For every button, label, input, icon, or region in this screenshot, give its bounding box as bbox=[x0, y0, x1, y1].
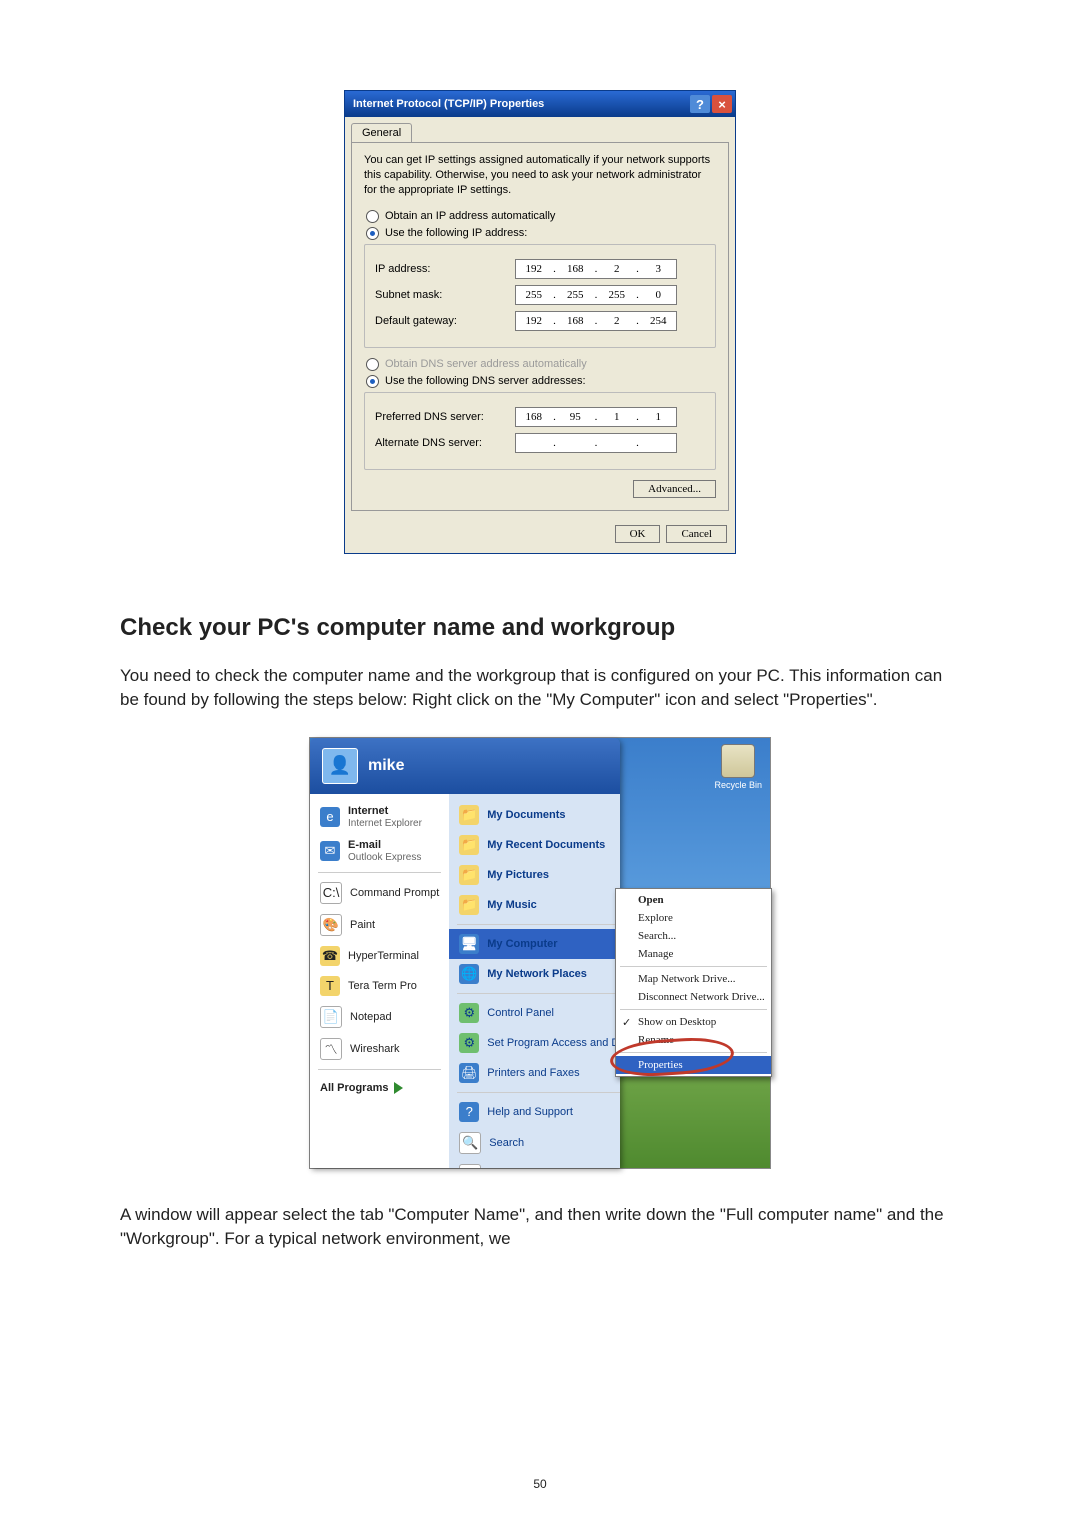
ctx-disconnect-drive[interactable]: Disconnect Network Drive... bbox=[616, 988, 771, 1006]
folder-icon: 📁 bbox=[459, 895, 479, 915]
folder-icon: 📁 bbox=[459, 865, 479, 885]
start-item-notepad[interactable]: 📄Notepad bbox=[310, 1001, 449, 1033]
intro-text: You can get IP settings assigned automat… bbox=[364, 153, 716, 198]
wireshark-icon: 〽 bbox=[320, 1038, 342, 1060]
paint-icon: 🎨 bbox=[320, 914, 342, 936]
user-avatar-icon: 👤 bbox=[322, 748, 358, 784]
title-bar: Internet Protocol (TCP/IP) Properties ? … bbox=[345, 91, 735, 117]
start-item-paint[interactable]: 🎨Paint bbox=[310, 909, 449, 941]
alternate-dns-label: Alternate DNS server: bbox=[375, 437, 515, 449]
search-icon: 🔍 bbox=[459, 1132, 481, 1154]
ctx-map-drive[interactable]: Map Network Drive... bbox=[616, 970, 771, 988]
body-paragraph-1: You need to check the computer name and … bbox=[120, 664, 960, 713]
email-icon: ✉ bbox=[320, 841, 340, 861]
start-item-printers-faxes[interactable]: 🖨Printers and Faxes bbox=[449, 1058, 620, 1088]
start-item-run[interactable]: ▶Run... bbox=[449, 1159, 620, 1168]
arrow-right-icon bbox=[394, 1082, 403, 1094]
start-item-control-panel[interactable]: ⚙Control Panel bbox=[449, 998, 620, 1028]
radio-icon bbox=[366, 227, 379, 240]
page-number: 50 bbox=[0, 1477, 1080, 1491]
ctx-manage[interactable]: Manage bbox=[616, 945, 771, 963]
start-item-search[interactable]: 🔍Search bbox=[449, 1127, 620, 1159]
start-item-hyperterminal[interactable]: ☎HyperTerminal bbox=[310, 941, 449, 971]
start-item-teraterm[interactable]: TTera Term Pro bbox=[310, 971, 449, 1001]
access-icon: ⚙ bbox=[459, 1033, 479, 1053]
ctx-open[interactable]: Open bbox=[616, 891, 771, 909]
start-item-my-recent-documents[interactable]: 📁My Recent Documents▶ bbox=[449, 830, 620, 860]
subnet-mask-input[interactable]: 255. 255. 255. 0 bbox=[515, 285, 677, 305]
ctx-properties[interactable]: Properties bbox=[616, 1056, 771, 1074]
default-gateway-label: Default gateway: bbox=[375, 315, 515, 327]
dialog-title: Internet Protocol (TCP/IP) Properties bbox=[353, 98, 544, 110]
advanced-button[interactable]: Advanced... bbox=[633, 480, 716, 498]
all-programs-button[interactable]: All Programs bbox=[310, 1074, 449, 1102]
radio-use-dns[interactable]: Use the following DNS server addresses: bbox=[366, 375, 716, 388]
preferred-dns-label: Preferred DNS server: bbox=[375, 411, 515, 423]
folder-icon: 📁 bbox=[459, 835, 479, 855]
tcpip-properties-dialog: Internet Protocol (TCP/IP) Properties ? … bbox=[344, 90, 736, 554]
start-item-email[interactable]: ✉ E-mailOutlook Express bbox=[310, 834, 449, 868]
cmd-icon: C:\ bbox=[320, 882, 342, 904]
subnet-mask-label: Subnet mask: bbox=[375, 289, 515, 301]
start-item-my-computer[interactable]: 🖥My Computer bbox=[449, 929, 620, 959]
recycle-bin-icon[interactable]: Recycle Bin bbox=[714, 744, 762, 790]
help-icon: ? bbox=[459, 1102, 479, 1122]
start-item-my-pictures[interactable]: 📁My Pictures bbox=[449, 860, 620, 890]
start-item-set-program-access[interactable]: ⚙Set Program Access and Defaults bbox=[449, 1028, 620, 1058]
start-item-help-support[interactable]: ?Help and Support bbox=[449, 1097, 620, 1127]
body-paragraph-2: A window will appear select the tab "Com… bbox=[120, 1203, 960, 1252]
start-item-my-music[interactable]: 📁My Music bbox=[449, 890, 620, 920]
folder-icon: 📁 bbox=[459, 805, 479, 825]
teraterm-icon: T bbox=[320, 976, 340, 996]
start-user-name: mike bbox=[368, 757, 404, 775]
radio-use-ip[interactable]: Use the following IP address: bbox=[366, 227, 716, 240]
hyperterminal-icon: ☎ bbox=[320, 946, 340, 966]
ctx-search[interactable]: Search... bbox=[616, 927, 771, 945]
ip-address-label: IP address: bbox=[375, 263, 515, 275]
ctx-show-on-desktop[interactable]: Show on Desktop bbox=[616, 1013, 771, 1031]
start-menu-screenshot: Recycle Bin 👤 mike e InternetInternet Ex… bbox=[309, 737, 771, 1169]
internet-icon: e bbox=[320, 807, 340, 827]
radio-obtain-dns-auto: Obtain DNS server address automatically bbox=[366, 358, 716, 371]
start-menu: 👤 mike e InternetInternet Explorer ✉ E-m… bbox=[310, 738, 620, 1168]
notepad-icon: 📄 bbox=[320, 1006, 342, 1028]
start-item-internet[interactable]: e InternetInternet Explorer bbox=[310, 800, 449, 834]
radio-obtain-ip-auto[interactable]: Obtain an IP address automatically bbox=[366, 210, 716, 223]
controlpanel-icon: ⚙ bbox=[459, 1003, 479, 1023]
tab-general[interactable]: General bbox=[351, 123, 412, 142]
alternate-dns-input[interactable]: . . . bbox=[515, 433, 677, 453]
start-item-my-network-places[interactable]: 🌐My Network Places bbox=[449, 959, 620, 989]
network-icon: 🌐 bbox=[459, 964, 479, 984]
ip-address-input[interactable]: 192. 168. 2. 3 bbox=[515, 259, 677, 279]
radio-icon bbox=[366, 358, 379, 371]
ctx-rename[interactable]: Rename bbox=[616, 1031, 771, 1049]
radio-icon bbox=[366, 375, 379, 388]
radio-icon bbox=[366, 210, 379, 223]
default-gateway-input[interactable]: 192. 168. 2. 254 bbox=[515, 311, 677, 331]
run-icon: ▶ bbox=[459, 1164, 481, 1168]
context-menu: Open Explore Search... Manage Map Networ… bbox=[615, 888, 772, 1077]
section-heading: Check your PC's computer name and workgr… bbox=[120, 614, 960, 642]
ctx-explore[interactable]: Explore bbox=[616, 909, 771, 927]
printer-icon: 🖨 bbox=[459, 1063, 479, 1083]
close-button[interactable]: × bbox=[712, 95, 732, 113]
cancel-button[interactable]: Cancel bbox=[666, 525, 727, 543]
computer-icon: 🖥 bbox=[459, 934, 479, 954]
start-item-wireshark[interactable]: 〽Wireshark bbox=[310, 1033, 449, 1065]
help-button[interactable]: ? bbox=[690, 95, 710, 113]
start-item-my-documents[interactable]: 📁My Documents bbox=[449, 800, 620, 830]
preferred-dns-input[interactable]: 168. 95. 1. 1 bbox=[515, 407, 677, 427]
start-item-command-prompt[interactable]: C:\Command Prompt bbox=[310, 877, 449, 909]
ok-button[interactable]: OK bbox=[615, 525, 661, 543]
